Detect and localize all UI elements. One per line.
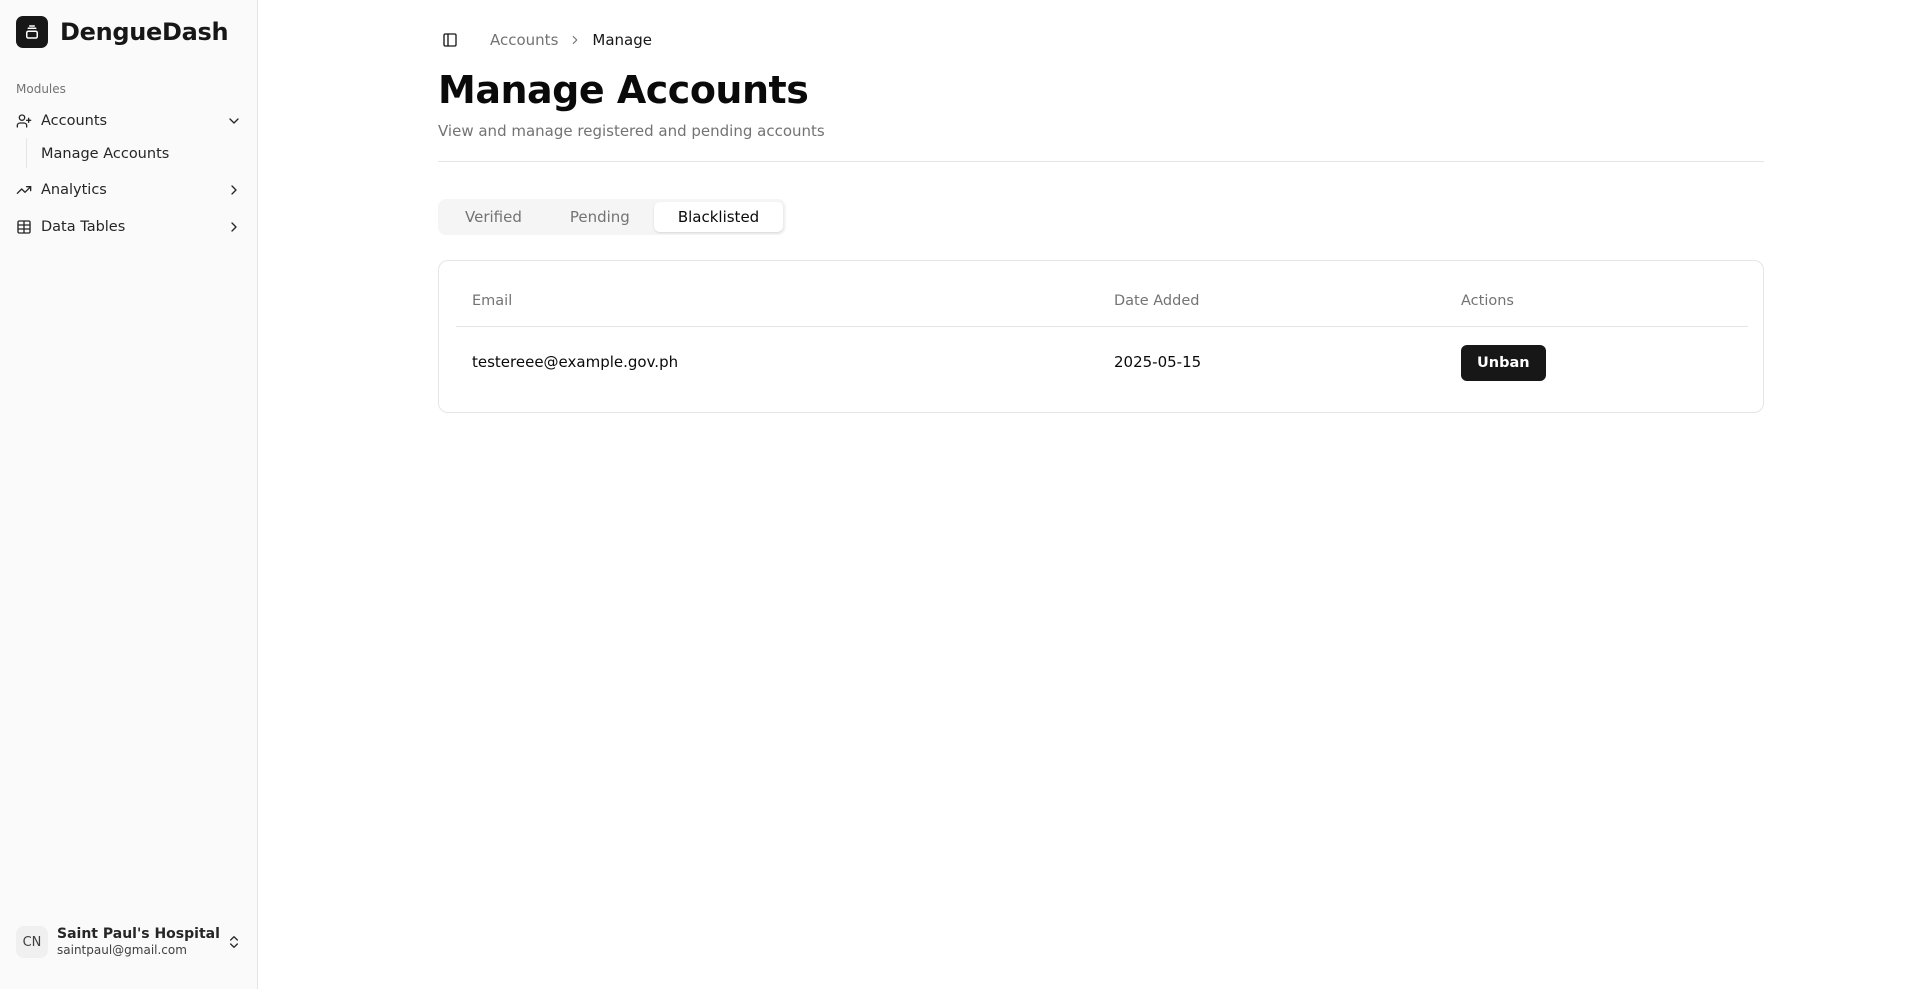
sidebar-item-label: Data Tables bbox=[41, 219, 126, 235]
sidebar-item-label: Analytics bbox=[41, 182, 107, 198]
user-plus-icon bbox=[16, 113, 32, 129]
page-subtitle: View and manage registered and pending a… bbox=[438, 122, 825, 140]
column-header-date-added: Date Added bbox=[1114, 293, 1200, 309]
sidebar-item-data-tables[interactable]: Data Tables bbox=[8, 211, 250, 243]
page-title: Manage Accounts bbox=[438, 68, 809, 112]
top-bar: Accounts Manage bbox=[438, 28, 1038, 52]
column-header-actions: Actions bbox=[1461, 293, 1514, 309]
blacklisted-table-card: Email Date Added Actions testereee@examp… bbox=[438, 260, 1764, 413]
sidebar: DengueDash Modules Accounts Manage Accou… bbox=[0, 0, 258, 989]
sidebar-subitem-manage-accounts[interactable]: Manage Accounts bbox=[34, 140, 234, 168]
sidebar-item-accounts[interactable]: Accounts bbox=[8, 105, 250, 137]
breadcrumb-link-accounts[interactable]: Accounts bbox=[490, 31, 558, 49]
chevron-down-icon bbox=[226, 113, 242, 129]
modules-group-label: Modules bbox=[16, 82, 66, 96]
breadcrumb-current: Manage bbox=[592, 31, 652, 49]
trend-icon bbox=[16, 182, 32, 198]
chevrons-up-down-icon bbox=[226, 934, 242, 950]
user-menu[interactable]: CN Saint Paul's Hospital saintpaul@gmail… bbox=[8, 918, 250, 966]
chevron-right-icon bbox=[226, 219, 242, 235]
sidebar-toggle-button[interactable] bbox=[436, 26, 464, 54]
brand[interactable]: DengueDash bbox=[16, 16, 229, 48]
tab-blacklisted[interactable]: Blacklisted bbox=[653, 202, 784, 232]
sidebar-item-label: Accounts bbox=[41, 113, 108, 129]
table-header: Email Date Added Actions bbox=[456, 277, 1748, 327]
breadcrumb: Accounts Manage bbox=[490, 31, 652, 49]
header-divider bbox=[438, 161, 1764, 162]
row-date-added: 2025-05-15 bbox=[1114, 353, 1202, 371]
user-email: saintpaul@gmail.com bbox=[57, 943, 187, 958]
avatar: CN bbox=[16, 926, 48, 958]
submenu-guide-line bbox=[26, 138, 27, 168]
app-name: DengueDash bbox=[60, 18, 229, 46]
column-header-email: Email bbox=[472, 293, 513, 309]
unban-button[interactable]: Unban bbox=[1461, 345, 1546, 381]
chevron-right-icon bbox=[568, 33, 582, 47]
chevron-right-icon bbox=[226, 182, 242, 198]
tab-verified[interactable]: Verified bbox=[441, 202, 546, 232]
app-logo-icon bbox=[16, 16, 48, 48]
row-email: testereee@example.gov.ph bbox=[472, 353, 679, 371]
panel-left-icon bbox=[442, 32, 458, 48]
tab-pending[interactable]: Pending bbox=[546, 202, 654, 232]
account-tabs: Verified Pending Blacklisted bbox=[438, 199, 787, 235]
user-name: Saint Paul's Hospital bbox=[57, 925, 220, 942]
table-row: testereee@example.gov.ph 2025-05-15 Unba… bbox=[456, 328, 1748, 398]
table-icon bbox=[16, 219, 32, 235]
sidebar-item-analytics[interactable]: Analytics bbox=[8, 174, 250, 206]
